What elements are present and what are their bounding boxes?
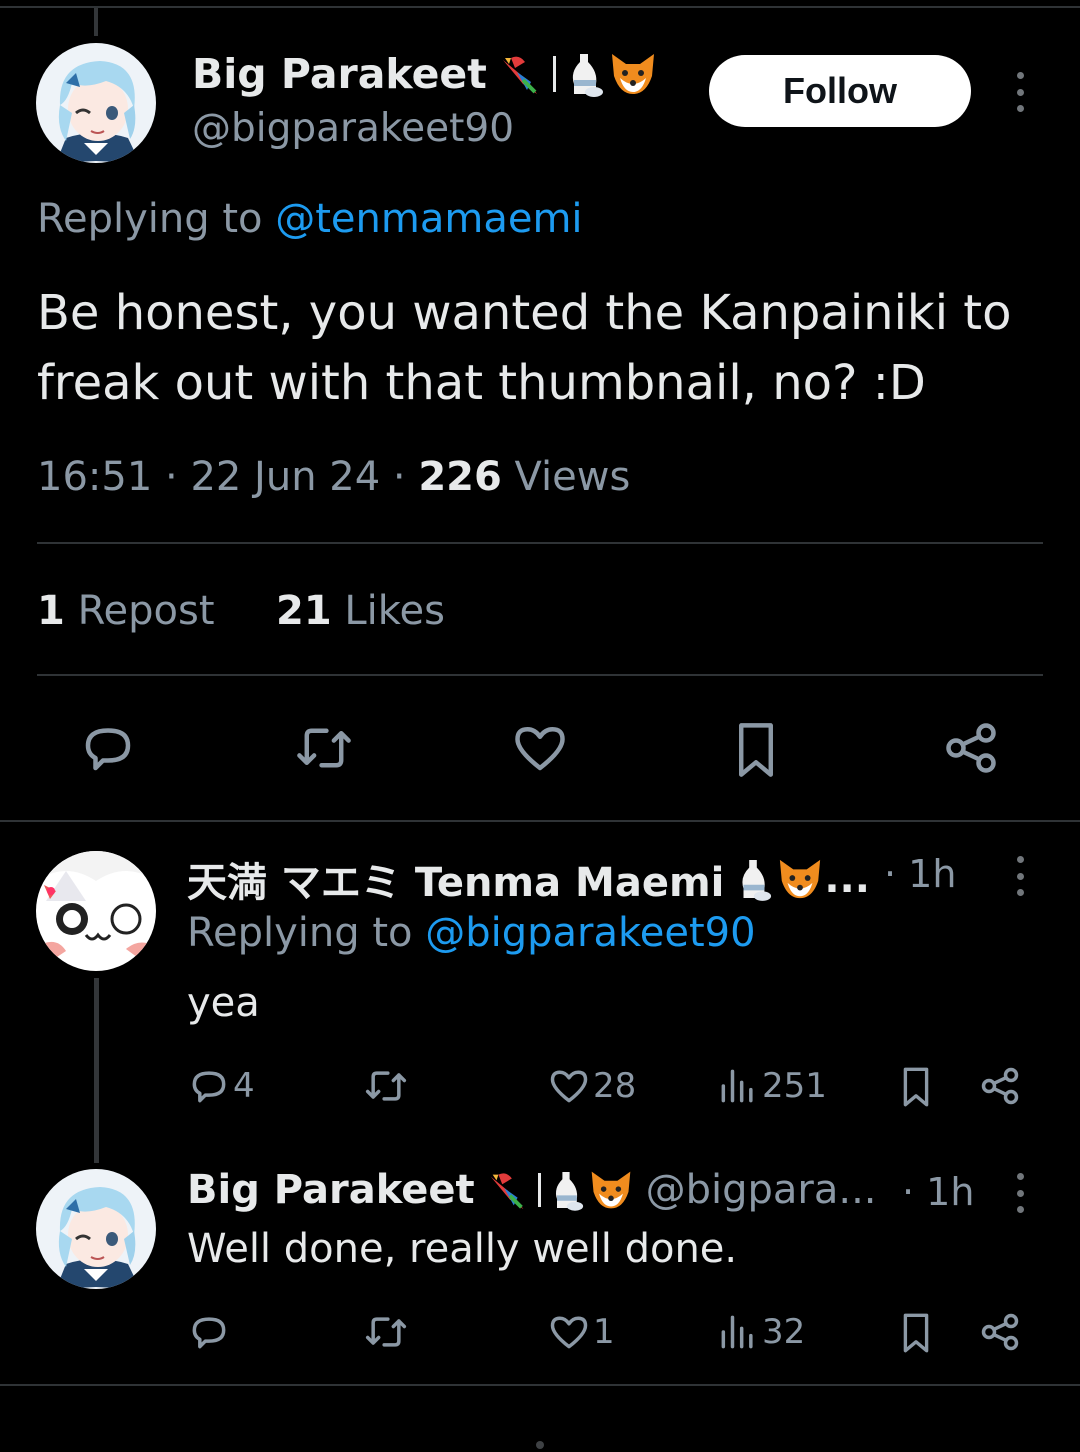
thread-line: [94, 978, 99, 1163]
like-button[interactable]: 28: [547, 1064, 636, 1108]
sake-emoji-icon: [742, 860, 772, 901]
repost-button[interactable]: [362, 1064, 410, 1108]
avatar[interactable]: [36, 43, 156, 163]
thread-line-top: [94, 8, 98, 36]
author-emoji-badges: [734, 856, 824, 902]
bookmark-button[interactable]: [726, 718, 786, 782]
reply-button[interactable]: 4: [187, 1064, 255, 1108]
share-icon: [946, 723, 996, 773]
repost-icon: [365, 1317, 407, 1347]
divider: [37, 674, 1043, 676]
separator: [537, 1173, 541, 1207]
reply-button[interactable]: [187, 1310, 231, 1354]
more-options-icon[interactable]: [1013, 856, 1027, 896]
sake-emoji-icon: [572, 54, 603, 97]
repost-button[interactable]: [362, 1310, 410, 1354]
tweet-time[interactable]: 16:51: [37, 454, 152, 500]
fox-emoji-icon: [780, 859, 821, 899]
more-options-icon[interactable]: [1013, 1173, 1027, 1213]
reply-time[interactable]: · 1h: [884, 852, 956, 896]
share-icon: [981, 1067, 1019, 1105]
reply-author-name[interactable]: Big Parakeet @bigpara...: [187, 1167, 877, 1213]
share-icon: [981, 1313, 1019, 1351]
views-label: Views: [514, 454, 631, 500]
more-options-icon[interactable]: [1013, 72, 1027, 112]
avatar[interactable]: [36, 1169, 156, 1289]
divider: [37, 542, 1043, 544]
separator: [552, 56, 556, 92]
share-button[interactable]: [941, 718, 1001, 778]
like-count: 1: [593, 1312, 615, 1352]
view-count: 32: [762, 1312, 806, 1352]
reposts-stat[interactable]: 1 Repost: [37, 588, 215, 634]
author-name[interactable]: Big Parakeet: [192, 50, 658, 98]
tweet-text: Be honest, you wanted the Kanpainiki to …: [37, 285, 1012, 411]
tweet-stats: 1 Repost 21 Likes: [37, 588, 445, 634]
heart-icon: [550, 1070, 588, 1103]
tweet-meta: 16:51 · 22 Jun 24 · 226 Views: [37, 454, 631, 500]
bookmark-icon: [739, 723, 773, 777]
replying-to: Replying to @tenmamaemi: [37, 196, 583, 242]
like-button[interactable]: 1: [547, 1310, 615, 1354]
bookmark-icon: [903, 1067, 929, 1107]
views-count: 226: [418, 454, 502, 500]
reply-icon: [192, 1317, 226, 1349]
repost-icon: [365, 1071, 407, 1101]
views-button[interactable]: 251: [716, 1064, 827, 1108]
divider: [0, 1384, 1080, 1386]
bookmark-icon: [903, 1313, 929, 1353]
share-button[interactable]: [978, 1310, 1022, 1354]
reply-author-handle[interactable]: @bigpara...: [646, 1167, 877, 1213]
view-count: 251: [762, 1066, 827, 1106]
bookmark-button[interactable]: [894, 1064, 938, 1110]
repost-button[interactable]: [292, 718, 356, 778]
scroll-indicator: [536, 1441, 544, 1449]
heart-icon: [515, 727, 565, 771]
like-count: 28: [593, 1066, 637, 1106]
views-button[interactable]: 32: [716, 1310, 805, 1354]
repost-icon: [297, 728, 351, 768]
reply-icon: [85, 728, 131, 771]
replying-to-handle-link[interactable]: @bigparakeet90: [425, 910, 755, 956]
reply-count: 4: [233, 1066, 255, 1106]
sake-emoji-icon: [555, 1172, 583, 1211]
follow-button[interactable]: Follow: [709, 55, 971, 127]
fox-emoji-icon: [611, 54, 654, 94]
author-handle[interactable]: @bigparakeet90: [192, 106, 514, 151]
reply-text: yea: [187, 980, 260, 1026]
avatar[interactable]: [36, 851, 156, 971]
share-button[interactable]: [978, 1064, 1022, 1108]
reply-button[interactable]: [78, 718, 138, 778]
parrot-emoji-icon: [502, 56, 537, 94]
replying-to: Replying to @bigparakeet90: [187, 910, 756, 956]
bookmark-button[interactable]: [894, 1310, 938, 1356]
views-bar-chart-icon: [721, 1315, 753, 1349]
reply-time[interactable]: · 1h: [902, 1170, 974, 1214]
reply-icon: [192, 1071, 226, 1103]
fox-emoji-icon: [591, 1171, 630, 1209]
like-button[interactable]: [510, 718, 570, 778]
views-bar-chart-icon: [721, 1069, 753, 1103]
divider: [0, 820, 1080, 822]
likes-stat[interactable]: 21 Likes: [276, 588, 445, 634]
reply-author-name[interactable]: 天満 マエミ Tenma Maemi ...: [187, 850, 870, 908]
name-truncation: ...: [824, 856, 870, 902]
reply-text: Well done, really well done.: [187, 1226, 738, 1272]
top-divider: [0, 6, 1080, 8]
heart-icon: [550, 1316, 588, 1349]
parrot-emoji-icon: [490, 1173, 523, 1210]
author-emoji-badges: [497, 50, 658, 98]
author-emoji-badges: [485, 1167, 634, 1213]
tweet-date[interactable]: 22 Jun 24: [190, 454, 380, 500]
replying-to-handle-link[interactable]: @tenmamaemi: [275, 196, 582, 242]
